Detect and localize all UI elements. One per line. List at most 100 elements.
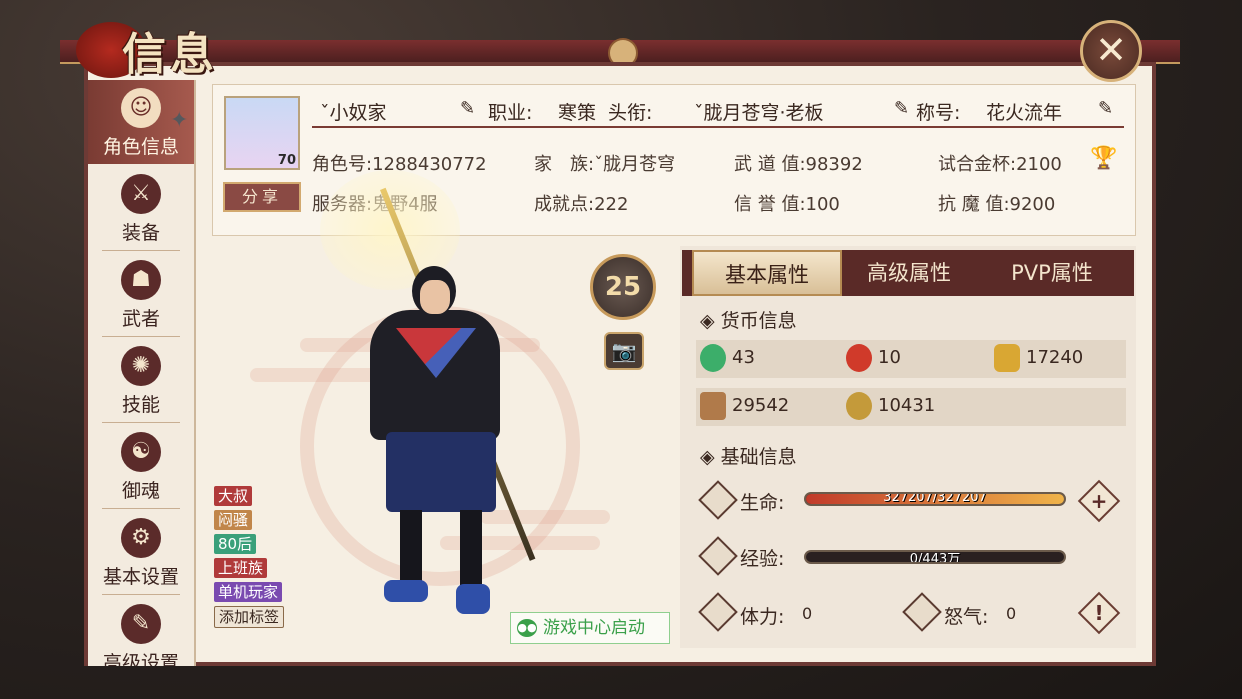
currency-title-text: 货币信息 — [720, 310, 797, 332]
character-model[interactable] — [350, 180, 530, 620]
avatar[interactable]: 70 — [224, 96, 300, 170]
avatar-level: 70 — [277, 153, 296, 168]
nickname-label: 称号: — [916, 102, 961, 124]
tab-pvp-attributes[interactable]: PVP属性 — [978, 250, 1126, 296]
character-shoe — [456, 584, 490, 614]
currency-green-jade: 43 — [700, 344, 755, 372]
sidebar-item-label: 高级设置 — [102, 652, 179, 666]
exp-label: 经验: — [740, 548, 785, 570]
tag[interactable]: 80后 — [214, 534, 257, 554]
sidebar-item-label: 御魂 — [121, 480, 160, 502]
divider — [102, 336, 180, 337]
edit-name-icon[interactable]: ✎ — [460, 98, 475, 119]
basic-title-text: 基础信息 — [720, 446, 797, 468]
currency-value: 17240 — [1026, 347, 1084, 368]
rank-level-badge: 25 — [590, 254, 656, 320]
job-label: 职业: — [488, 102, 533, 124]
character-face — [420, 280, 450, 314]
green-jade-icon — [700, 344, 726, 372]
exclamation-icon: ! — [1094, 601, 1104, 625]
title-label: 头衔: — [608, 102, 653, 124]
player-name: ˇ小奴家 — [320, 102, 387, 124]
stamina-label: 体力: — [740, 606, 785, 628]
currency-gold-coin: 17240 — [994, 344, 1083, 372]
gear-icon: ⚙ — [121, 518, 161, 558]
close-button[interactable]: ✕ — [1080, 20, 1142, 82]
divider — [102, 422, 180, 423]
add-tag-button[interactable]: 添加标签 — [214, 606, 285, 628]
achievement: 成就点:222 — [534, 194, 629, 215]
sidebar-item-label: 角色信息 — [102, 136, 179, 158]
medal-icon — [846, 392, 872, 420]
currency-value: 10 — [878, 347, 901, 368]
currency-section-title: ◈ 货币信息 — [700, 310, 797, 332]
book-stack-icon — [700, 392, 726, 420]
shuriken-icon: ✦ — [170, 108, 189, 133]
rage-value: 0 — [1006, 604, 1017, 623]
page-title: 信息 — [122, 29, 218, 80]
divider — [102, 594, 180, 595]
reputation: 信 誉 值:100 — [734, 194, 840, 215]
sidebar-item-warrior[interactable]: ☗ 武者 — [88, 252, 194, 336]
martial-value: 武 道 值:98392 — [734, 154, 863, 175]
sidebar-item-label: 技能 — [121, 394, 160, 416]
sidebar-item-skill[interactable]: ✺ 技能 — [88, 338, 194, 422]
currency-medal: 10431 — [846, 392, 935, 420]
tag[interactable]: 单机玩家 — [214, 582, 283, 602]
clan: 家 族:ˇ胧月苍穹 — [534, 154, 676, 175]
rage-label: 怒气: — [944, 606, 989, 628]
divider — [102, 250, 180, 251]
attribute-tabs: 基本属性 高级属性 PVP属性 — [682, 250, 1134, 296]
hp-label: 生命: — [740, 492, 785, 514]
skill-icon: ✺ — [121, 346, 161, 386]
stamina-value: 0 — [802, 604, 813, 623]
cup-value: 试合金杯:2100 — [938, 154, 1062, 175]
exp-text: 0/443万 — [909, 552, 961, 564]
edit-title-icon[interactable]: ✎ — [894, 98, 909, 119]
sidebar-item-label: 武者 — [121, 308, 160, 330]
title-value: ˇ胧月苍穹·老板 — [694, 102, 824, 124]
job-value: 寒策 — [558, 102, 597, 124]
hp-text: 327207/327207 — [883, 492, 987, 505]
wrench-icon: ✎ — [121, 604, 161, 644]
wechat-button-label: 游戏中心启动 — [543, 618, 645, 638]
wechat-game-center-button[interactable]: ●● 游戏中心启动 — [510, 612, 670, 644]
hp-bar: 327207/327207 — [804, 492, 1066, 506]
currency-value: 29542 — [732, 395, 790, 416]
character-shorts — [386, 432, 496, 512]
currency-value: 10431 — [878, 395, 936, 416]
tag[interactable]: 闷骚 — [214, 510, 253, 530]
exp-bar: 0/443万 — [804, 550, 1066, 564]
sidebar-item-equipment[interactable]: ⚔ 装备 — [88, 166, 194, 250]
character-leg — [400, 510, 422, 590]
profile-name-row: ˇ小奴家 ✎ 职业: 寒策 头衔: ˇ胧月苍穹·老板 ✎ 称号: 花火流年 ✎ — [312, 96, 1124, 128]
sidebar-item-label: 装备 — [121, 222, 160, 244]
demon-resist: 抗 魔 值:9200 — [938, 194, 1056, 215]
sidebar-item-basic-settings[interactable]: ⚙ 基本设置 — [88, 510, 194, 594]
title-logo: 信息 — [58, 12, 238, 82]
tag[interactable]: 大叔 — [214, 486, 253, 506]
warrior-mask-icon: ☗ — [121, 260, 161, 300]
plus-icon: + — [1090, 489, 1108, 513]
sidebar: ☺ 角色信息 ⚔ 装备 ☗ 武者 ✺ 技能 ☯ 御魂 ⚙ 基本设置 ✎ 高级设置 — [88, 80, 196, 666]
gold-coin-icon — [994, 344, 1020, 372]
tag[interactable]: 上班族 — [214, 558, 268, 578]
swords-icon: ⚔ — [121, 174, 161, 214]
nickname-value: 花火流年 — [986, 102, 1063, 124]
sidebar-item-advanced-settings[interactable]: ✎ 高级设置 — [88, 596, 194, 666]
tab-basic-attributes[interactable]: 基本属性 — [692, 250, 842, 296]
camera-icon[interactable]: 📷 — [604, 332, 644, 370]
share-button[interactable]: 分享 — [223, 182, 301, 212]
currency-red-jade: 10 — [846, 344, 901, 372]
character-shoe — [384, 580, 428, 602]
trophy-icon: 🏆 — [1090, 146, 1118, 171]
sidebar-item-spirit[interactable]: ☯ 御魂 — [88, 424, 194, 508]
tab-advanced-attributes[interactable]: 高级属性 — [842, 250, 976, 296]
currency-book: 29542 — [700, 392, 789, 420]
character-icon: ☺ — [121, 88, 161, 128]
currency-value: 43 — [732, 347, 755, 368]
red-jade-icon — [846, 344, 872, 372]
edit-nickname-icon[interactable]: ✎ — [1098, 98, 1113, 119]
spirit-icon: ☯ — [121, 432, 161, 472]
character-leg — [460, 510, 482, 590]
